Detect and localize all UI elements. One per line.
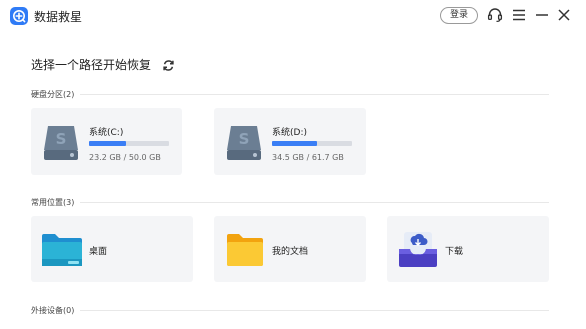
location-card-downloads[interactable]: 下载 xyxy=(387,216,549,282)
location-card-desktop[interactable]: 桌面 xyxy=(31,216,193,282)
disk-usage-fill xyxy=(272,141,317,146)
hard-disk-icon: S xyxy=(226,123,262,165)
app-window: 数据救星 登录 选择一个路径开始恢复 硬盘分区(2) S 系统(C:) 23.2… xyxy=(0,0,586,329)
location-card-documents[interactable]: 我的文档 xyxy=(214,216,366,282)
download-tray-icon xyxy=(398,230,438,272)
disk-usage-bar xyxy=(272,141,352,146)
divider xyxy=(80,310,549,311)
disk-usage-fill xyxy=(89,141,127,146)
location-name: 下载 xyxy=(445,247,464,257)
disk-size: 23.2 GB / 50.0 GB xyxy=(89,153,161,162)
title-bar: 数据救星 登录 xyxy=(0,0,586,32)
minimize-icon[interactable] xyxy=(533,6,551,24)
svg-text:S: S xyxy=(239,130,250,148)
hamburger-menu-icon[interactable] xyxy=(510,6,528,24)
disk-card-d[interactable]: S 系统(D:) 34.5 GB / 61.7 GB xyxy=(214,108,366,175)
svg-text:S: S xyxy=(56,130,67,148)
section-label-external: 外接设备(0) xyxy=(31,306,75,315)
disk-name: 系统(D:) xyxy=(272,128,307,138)
headset-icon[interactable] xyxy=(486,6,504,24)
disk-card-c[interactable]: S 系统(C:) 23.2 GB / 50.0 GB xyxy=(31,108,182,175)
login-button[interactable]: 登录 xyxy=(440,7,478,24)
disk-name: 系统(C:) xyxy=(89,128,124,138)
location-name: 桌面 xyxy=(89,247,108,257)
section-label-common: 常用位置(3) xyxy=(31,198,75,207)
page-title: 选择一个路径开始恢复 xyxy=(31,58,152,72)
location-name: 我的文档 xyxy=(272,247,309,257)
app-title: 数据救星 xyxy=(34,10,83,24)
section-label-disks: 硬盘分区(2) xyxy=(31,90,75,99)
divider xyxy=(80,202,549,203)
disk-size: 34.5 GB / 61.7 GB xyxy=(272,153,344,162)
hard-disk-icon: S xyxy=(43,123,79,165)
close-icon[interactable] xyxy=(555,6,573,24)
plus-circle-icon xyxy=(10,7,28,25)
documents-folder-icon xyxy=(226,233,264,271)
refresh-icon[interactable] xyxy=(162,57,175,71)
disk-usage-bar xyxy=(89,141,169,146)
desktop-folder-icon xyxy=(41,233,83,271)
divider xyxy=(80,94,549,95)
